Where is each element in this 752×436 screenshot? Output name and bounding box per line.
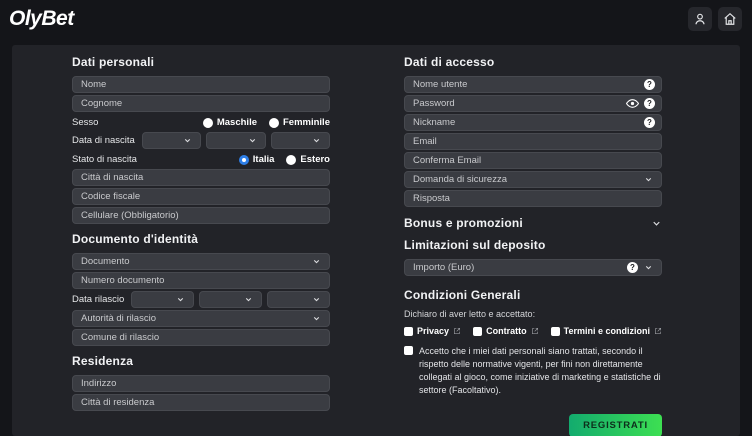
left-column: Dati personali Sesso Maschile Femminile … — [72, 55, 330, 420]
home-button[interactable] — [718, 7, 742, 31]
sesso-label: Sesso — [72, 117, 98, 128]
registration-form-panel: Dati personali Sesso Maschile Femminile … — [12, 45, 740, 436]
termini-checkbox[interactable]: Termini e condizioni — [551, 326, 662, 336]
documento-select[interactable]: Documento — [72, 253, 330, 270]
chevron-down-icon — [176, 295, 185, 304]
chevron-down-icon — [644, 175, 653, 184]
section-title-condizioni: Condizioni Generali — [404, 288, 662, 302]
radio-unchecked-icon — [286, 155, 296, 165]
risposta-input[interactable] — [404, 190, 662, 207]
cellulare-input[interactable] — [72, 207, 330, 224]
external-link-icon[interactable] — [654, 327, 662, 335]
chevron-down-icon — [312, 257, 321, 266]
radio-italia[interactable]: Italia — [239, 154, 275, 165]
conditions-intro: Dichiaro di aver letto e accettato: — [404, 309, 662, 319]
section-title-limitazioni: Limitazioni sul deposito — [404, 238, 662, 252]
chevron-down-icon — [312, 314, 321, 323]
sesso-radio-group: Maschile Femminile — [203, 117, 330, 128]
radio-checked-icon — [239, 155, 249, 165]
autorita-rilascio-select[interactable]: Autorità di rilascio — [72, 310, 330, 327]
nickname-input[interactable] — [404, 114, 662, 131]
checkbox-unchecked-icon — [404, 346, 413, 355]
bonus-promozioni-toggle[interactable]: Bonus e promozioni — [404, 216, 662, 230]
section-title-documento: Documento d'identità — [72, 232, 330, 246]
checkbox-unchecked-icon — [473, 327, 482, 336]
register-button[interactable]: REGISTRATI — [569, 414, 662, 436]
radio-unchecked-icon — [269, 118, 279, 128]
section-title-dati-personali: Dati personali — [72, 55, 330, 69]
help-icon[interactable]: ? — [644, 117, 655, 128]
header-actions — [688, 7, 742, 31]
cognome-input[interactable] — [72, 95, 330, 112]
contratto-checkbox[interactable]: Contratto — [473, 326, 539, 336]
account-button[interactable] — [688, 7, 712, 31]
checkbox-unchecked-icon — [404, 327, 413, 336]
sesso-row: Sesso Maschile Femminile — [72, 115, 330, 130]
section-title-dati-accesso: Dati di accesso — [404, 55, 662, 69]
stato-radio-group: Italia Estero — [239, 154, 330, 165]
olybet-logo[interactable]: OlyBet — [9, 7, 74, 31]
radio-femminile[interactable]: Femminile — [269, 117, 330, 128]
chevron-down-icon — [183, 136, 192, 145]
chevron-down-icon — [644, 263, 653, 272]
marketing-consent[interactable]: Accetto che i miei dati personali siano … — [404, 345, 662, 397]
importo-euro-select[interactable]: Importo (Euro) ? — [404, 259, 662, 276]
help-icon[interactable]: ? — [644, 79, 655, 90]
data-rilascio-label: Data rilascio — [72, 294, 124, 305]
top-bar: OlyBet — [0, 0, 752, 38]
comune-rilascio-input[interactable] — [72, 329, 330, 346]
dob-month-select[interactable] — [206, 132, 265, 149]
data-nascita-row: Data di nascita — [72, 132, 330, 149]
citta-residenza-input[interactable] — [72, 394, 330, 411]
data-nascita-label: Data di nascita — [72, 135, 135, 146]
help-icon[interactable]: ? — [627, 262, 638, 273]
stato-nascita-row: Stato di nascita Italia Estero — [72, 152, 330, 167]
radio-unchecked-icon — [203, 118, 213, 128]
section-title-residenza: Residenza — [72, 354, 330, 368]
nome-utente-input[interactable] — [404, 76, 662, 93]
email-input[interactable] — [404, 133, 662, 150]
eye-icon — [626, 97, 639, 110]
numero-documento-input[interactable] — [72, 272, 330, 289]
external-link-icon[interactable] — [531, 327, 539, 335]
privacy-checkbox[interactable]: Privacy — [404, 326, 461, 336]
data-rilascio-row: Data rilascio — [72, 291, 330, 308]
conferma-email-input[interactable] — [404, 152, 662, 169]
chevron-down-icon — [312, 136, 321, 145]
chevron-down-icon — [248, 136, 257, 145]
password-input[interactable] — [404, 95, 662, 112]
codice-fiscale-input[interactable] — [72, 188, 330, 205]
rilascio-month-select[interactable] — [199, 291, 262, 308]
indirizzo-input[interactable] — [72, 375, 330, 392]
conditions-checkbox-row: Privacy Contratto Termini e condizioni — [404, 326, 662, 336]
submit-row: REGISTRATI — [404, 414, 662, 436]
consent-text: Accetto che i miei dati personali siano … — [419, 345, 662, 397]
radio-maschile[interactable]: Maschile — [203, 117, 257, 128]
rilascio-year-select[interactable] — [267, 291, 330, 308]
external-link-icon[interactable] — [453, 327, 461, 335]
right-column: Dati di accesso ? ? ? Domanda di sicurez… — [404, 55, 662, 420]
chevron-down-icon — [651, 218, 662, 229]
home-icon — [723, 12, 737, 26]
nome-input[interactable] — [72, 76, 330, 93]
rilascio-day-select[interactable] — [131, 291, 194, 308]
show-password-toggle[interactable] — [626, 97, 639, 110]
radio-estero[interactable]: Estero — [286, 154, 330, 165]
user-icon — [693, 12, 707, 26]
chevron-down-icon — [312, 295, 321, 304]
help-icon[interactable]: ? — [644, 98, 655, 109]
citta-nascita-input[interactable] — [72, 169, 330, 186]
dob-day-select[interactable] — [142, 132, 201, 149]
dob-year-select[interactable] — [271, 132, 330, 149]
stato-nascita-label: Stato di nascita — [72, 154, 137, 165]
domanda-sicurezza-select[interactable]: Domanda di sicurezza — [404, 171, 662, 188]
chevron-down-icon — [244, 295, 253, 304]
section-title-bonus: Bonus e promozioni — [404, 216, 523, 230]
checkbox-unchecked-icon — [551, 327, 560, 336]
